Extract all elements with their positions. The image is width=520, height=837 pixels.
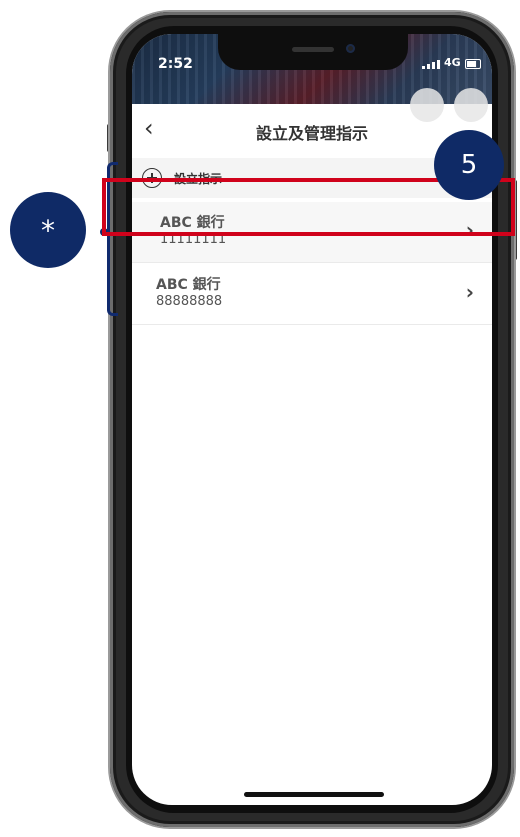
notch xyxy=(218,34,408,70)
bank-name: ABC 銀行 xyxy=(156,277,221,293)
battery-icon xyxy=(465,59,481,69)
overlay-circle-right xyxy=(454,88,488,122)
status-time: 2:52 xyxy=(158,56,193,72)
star-badge: * xyxy=(10,192,86,268)
home-indicator[interactable] xyxy=(244,792,384,797)
signal-icon xyxy=(422,60,440,69)
overlay-circle-left xyxy=(410,88,444,122)
front-camera xyxy=(346,44,355,53)
network-label: 4G xyxy=(444,56,461,69)
account-number: 88888888 xyxy=(156,294,223,309)
list-item[interactable]: ABC 銀行 88888888 › xyxy=(132,264,492,325)
chevron-right-icon: › xyxy=(465,280,474,304)
speaker xyxy=(292,47,334,52)
step-badge: 5 xyxy=(434,130,504,200)
page-title: 設立及管理指示 xyxy=(255,124,368,143)
